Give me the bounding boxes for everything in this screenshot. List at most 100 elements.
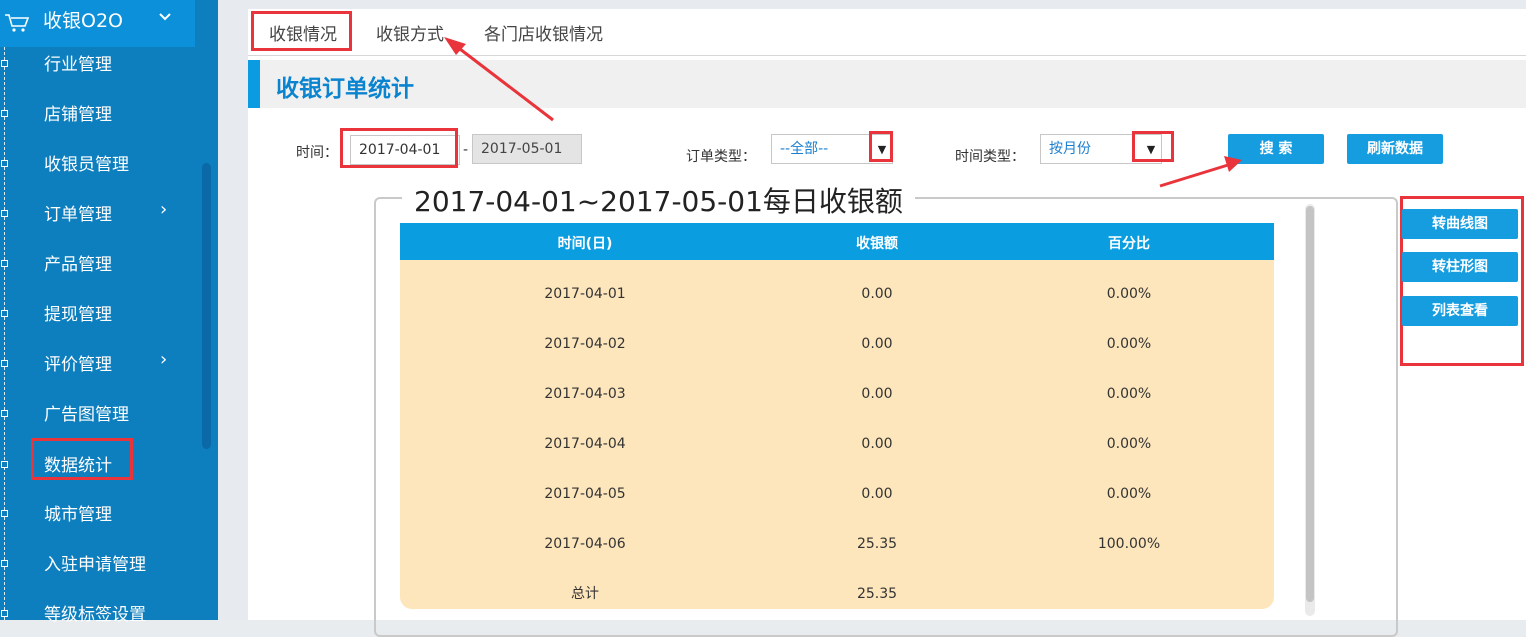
sidebar-item-label: 店铺管理 xyxy=(44,105,112,125)
tree-node-icon xyxy=(1,110,8,117)
cash-table: 时间(日) 收银额 百分比 2017-04-01 0.00 0.00% 2017… xyxy=(400,223,1274,609)
cell-date: 2017-04-04 xyxy=(544,436,626,452)
sidebar-header[interactable]: 收银O2O xyxy=(0,0,195,47)
sidebar-header-title: 收银O2O xyxy=(43,10,123,32)
table-row: 2017-04-06 25.35 100.00% xyxy=(400,519,1274,569)
cell-total-label: 总计 xyxy=(571,586,599,602)
table-row: 2017-04-05 0.00 0.00% xyxy=(400,469,1274,519)
sidebar-item-label: 等级标签设置 xyxy=(44,605,146,625)
cell-date: 2017-04-02 xyxy=(544,336,626,352)
sidebar-item-cities[interactable]: 城市管理 xyxy=(0,497,195,535)
tab-store-cash[interactable]: 各门店收银情况 xyxy=(484,20,603,45)
cell-percent: 0.00% xyxy=(1106,436,1152,452)
sidebar-menu: 行业管理 店铺管理 收银员管理 订单管理 › 产品管理 提现管理 评价管理 › xyxy=(0,47,195,625)
end-date-input[interactable]: 2017-05-01 xyxy=(472,134,582,164)
search-button[interactable]: 搜 索 xyxy=(1228,134,1324,164)
chevron-down-icon[interactable] xyxy=(158,10,172,26)
tab-payment-methods[interactable]: 收银方式 xyxy=(376,20,444,45)
sidebar-item-label: 入驻申请管理 xyxy=(44,555,146,575)
tree-node-icon xyxy=(1,210,8,217)
cell-total-amount: 25.35 xyxy=(856,586,898,602)
sidebar-item-statistics[interactable]: 数据统计 xyxy=(0,438,195,486)
annotation-highlight-box xyxy=(869,131,893,162)
cell-percent: 0.00% xyxy=(1106,386,1152,402)
sidebar-item-label: 提现管理 xyxy=(44,305,112,325)
tree-node-icon xyxy=(1,461,8,468)
sidebar-item-cashiers[interactable]: 收银员管理 xyxy=(0,147,195,185)
annotation-highlight-box xyxy=(1132,131,1174,162)
annotation-highlight-box xyxy=(340,128,458,168)
column-header-date: 时间(日) xyxy=(557,236,613,252)
list-view-button[interactable]: 列表查看 xyxy=(1402,296,1518,326)
report-scrollbar-thumb[interactable] xyxy=(1306,206,1314,602)
tree-node-icon xyxy=(1,60,8,67)
sidebar-item-label: 行业管理 xyxy=(44,55,112,75)
tab-cash-overview[interactable]: 收银情况 xyxy=(251,11,352,51)
tree-node-icon xyxy=(1,560,8,567)
cell-percent: 0.00% xyxy=(1106,486,1152,502)
cell-amount: 0.00 xyxy=(861,436,893,452)
cell-amount: 0.00 xyxy=(861,486,893,502)
table-row: 2017-04-02 0.00 0.00% xyxy=(400,319,1274,369)
sidebar-item-industry[interactable]: 行业管理 xyxy=(0,47,195,85)
content-panel: 收银情况 收银方式 各门店收银情况 收银订单统计 时间： 2017-04-01 … xyxy=(248,9,1526,637)
tab-bar: 收银情况 收银方式 各门店收银情况 xyxy=(248,9,1526,56)
column-header-amount: 收银额 xyxy=(856,236,898,252)
tree-node-icon xyxy=(1,510,8,517)
cell-amount: 0.00 xyxy=(861,336,893,352)
sidebar-item-reviews[interactable]: 评价管理 › xyxy=(0,347,195,385)
sidebar-item-label: 城市管理 xyxy=(44,505,112,525)
sidebar-item-label: 订单管理 xyxy=(44,205,112,225)
section-title: 收银订单统计 xyxy=(276,76,414,102)
cell-amount: 0.00 xyxy=(861,286,893,302)
tree-node-icon xyxy=(1,160,8,167)
tree-node-icon xyxy=(1,410,8,417)
table-row: 2017-04-01 0.00 0.00% xyxy=(400,269,1274,319)
chevron-right-icon: › xyxy=(160,349,168,370)
sidebar-item-applications[interactable]: 入驻申请管理 xyxy=(0,547,195,585)
sidebar-item-levels[interactable]: 等级标签设置 xyxy=(0,597,195,635)
cell-date: 2017-04-06 xyxy=(544,536,626,552)
cell-amount: 25.35 xyxy=(856,536,898,552)
sidebar-item-label: 评价管理 xyxy=(44,355,112,375)
sidebar-item-banners[interactable]: 广告图管理 xyxy=(0,397,195,435)
table-row-total: 总计 25.35 xyxy=(400,569,1274,609)
time-type-label: 时间类型： xyxy=(955,149,1025,165)
cell-date: 2017-04-03 xyxy=(544,386,626,402)
annotation-highlight-box xyxy=(251,11,352,51)
sidebar-item-label: 数据统计 xyxy=(44,456,112,476)
tree-node-icon xyxy=(1,310,8,317)
cell-date: 2017-04-01 xyxy=(544,286,626,302)
refresh-data-button[interactable]: 刷新数据 xyxy=(1347,134,1443,164)
main-area: 收银情况 收银方式 各门店收银情况 收银订单统计 时间： 2017-04-01 … xyxy=(218,0,1526,637)
sidebar-item-label: 广告图管理 xyxy=(44,405,129,425)
chevron-right-icon: › xyxy=(160,199,168,220)
table-row: 2017-04-03 0.00 0.00% xyxy=(400,369,1274,419)
sidebar-item-label: 产品管理 xyxy=(44,255,112,275)
table-header: 时间(日) 收银额 百分比 xyxy=(400,223,1274,260)
bar-chart-button[interactable]: 转柱形图 xyxy=(1402,252,1518,282)
cell-percent: 0.00% xyxy=(1106,286,1152,302)
section-accent xyxy=(248,60,260,108)
tree-node-icon xyxy=(1,610,8,617)
cell-percent: 0.00% xyxy=(1106,336,1152,352)
cell-date: 2017-04-05 xyxy=(544,486,626,502)
tree-node-icon xyxy=(1,260,8,267)
tab-label: 收银方式 xyxy=(376,25,444,45)
table-row: 2017-04-04 0.00 0.00% xyxy=(400,419,1274,469)
cell-amount: 0.00 xyxy=(861,386,893,402)
sidebar-item-shops[interactable]: 店铺管理 xyxy=(0,97,195,135)
sidebar-item-products[interactable]: 产品管理 xyxy=(0,247,195,285)
sidebar-item-label: 收银员管理 xyxy=(44,155,129,175)
report-title: 2017-04-01~2017-05-01每日收银额 xyxy=(402,180,915,220)
time-label: 时间： xyxy=(296,145,338,161)
sidebar-scrollbar-thumb[interactable] xyxy=(202,163,211,449)
cell-percent: 100.00% xyxy=(1097,536,1161,552)
sidebar-item-orders[interactable]: 订单管理 › xyxy=(0,197,195,235)
order-type-label: 订单类型： xyxy=(686,149,756,165)
tree-node-icon xyxy=(1,360,8,367)
date-separator: - xyxy=(463,142,469,158)
line-chart-button[interactable]: 转曲线图 xyxy=(1402,209,1518,239)
cart-icon xyxy=(4,12,30,38)
sidebar-item-withdrawals[interactable]: 提现管理 xyxy=(0,297,195,335)
